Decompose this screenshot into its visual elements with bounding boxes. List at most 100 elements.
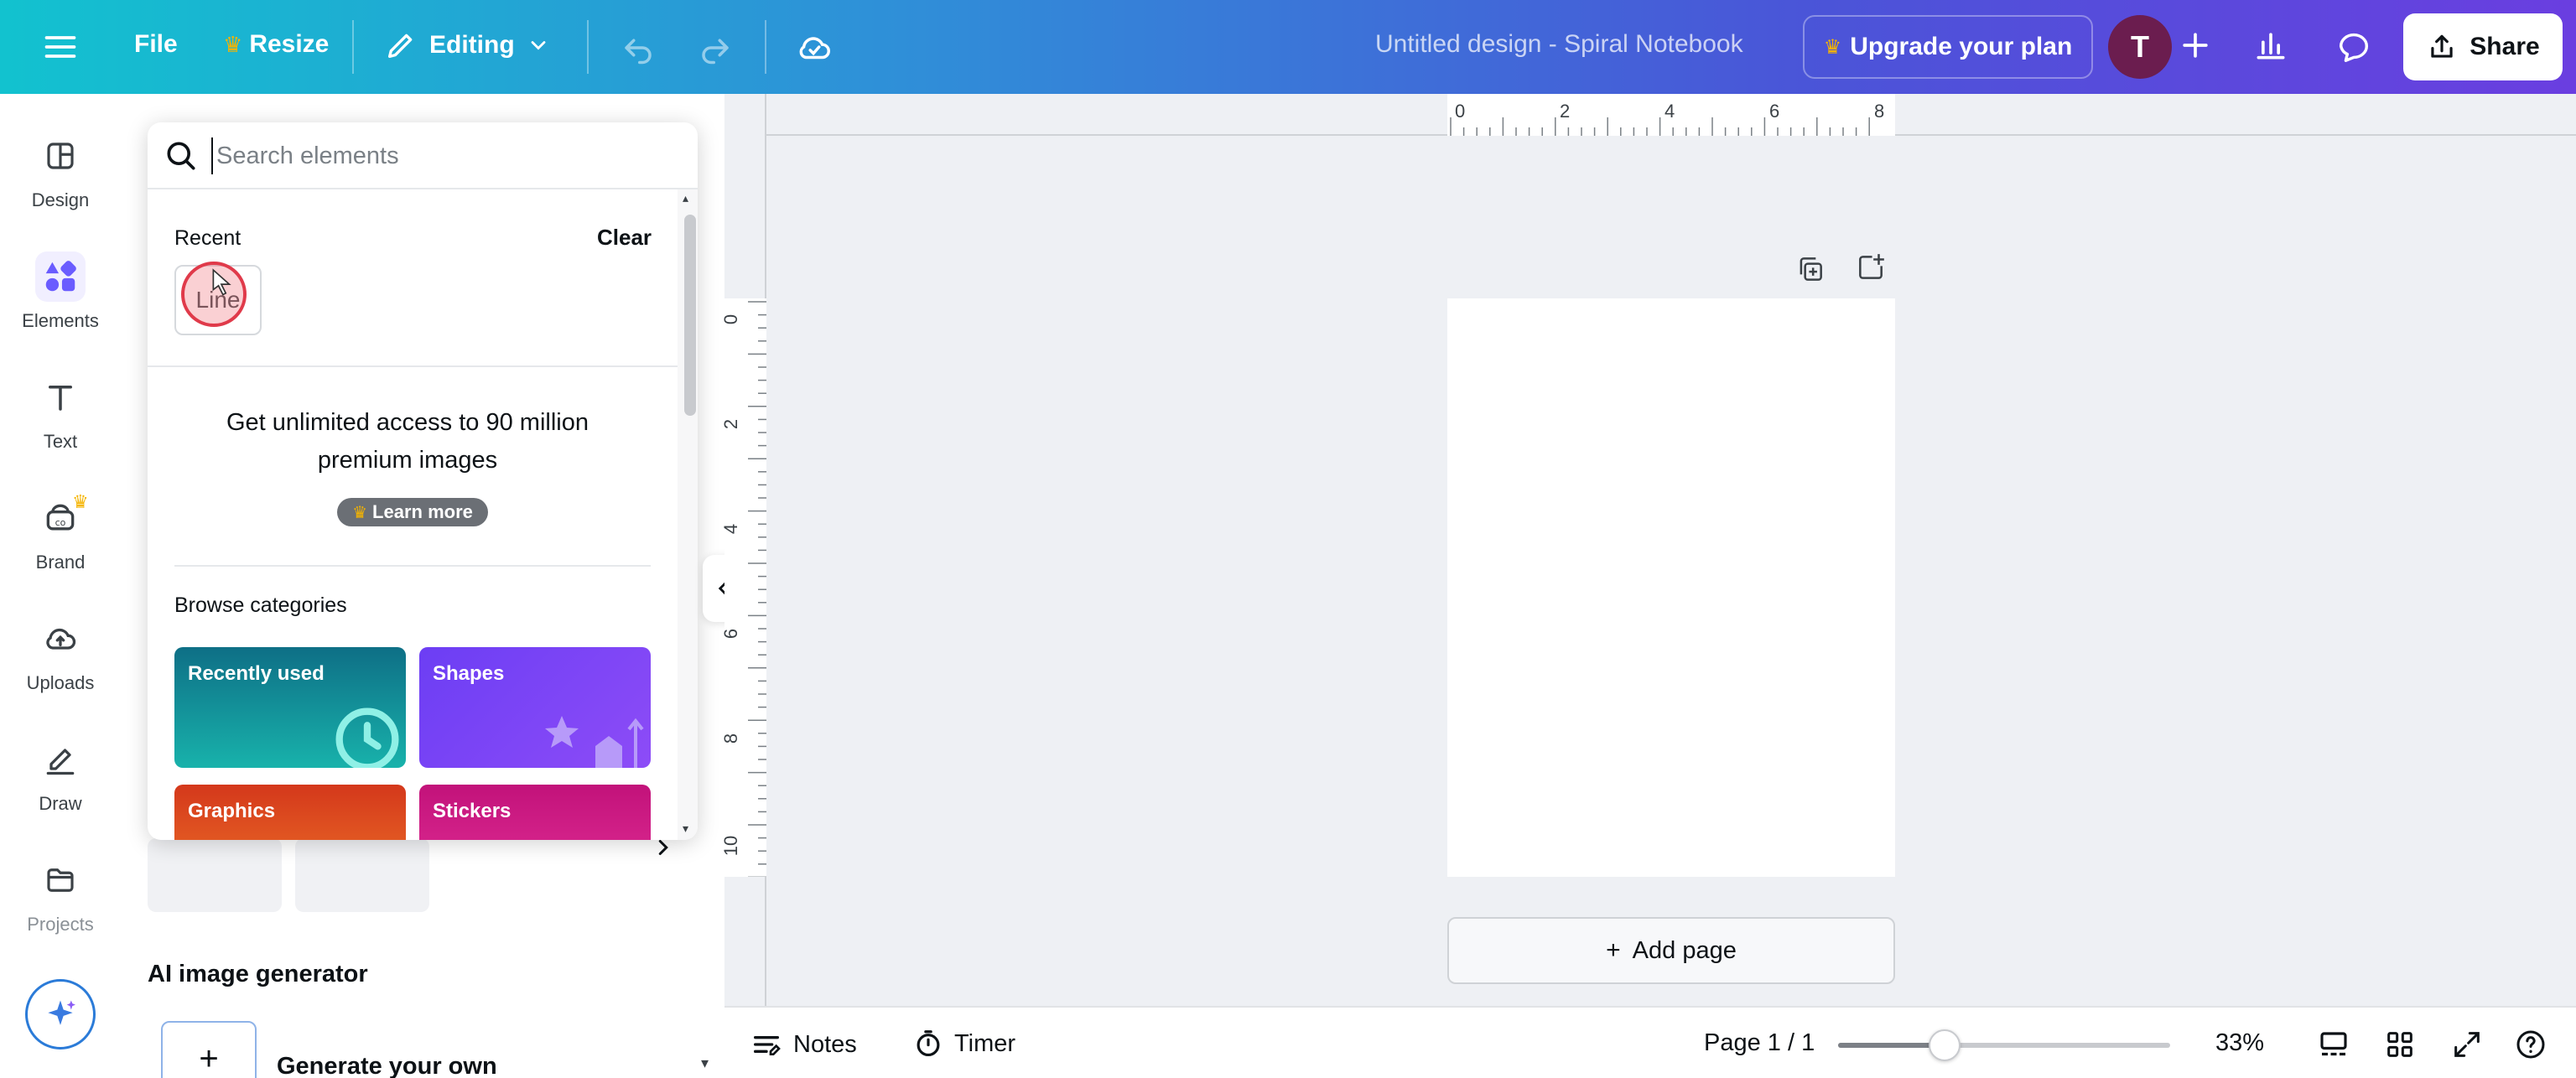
upgrade-label: Upgrade your plan xyxy=(1850,33,2073,60)
share-label: Share xyxy=(2470,33,2540,60)
rail-label: Projects xyxy=(27,914,94,935)
plus-icon: + xyxy=(199,1039,219,1077)
main-menu-button[interactable] xyxy=(42,29,79,65)
search-input[interactable] xyxy=(211,137,664,174)
insights-button[interactable] xyxy=(2252,27,2289,64)
category-label: Shapes xyxy=(433,662,505,685)
notes-button[interactable]: Notes xyxy=(750,1028,857,1061)
ruler-label: 6 xyxy=(720,628,742,640)
svg-text:co: co xyxy=(55,517,66,528)
share-button[interactable]: Share xyxy=(2403,13,2563,80)
notes-icon xyxy=(754,1036,781,1055)
crown-icon: ♛ xyxy=(72,491,89,512)
rail-item-projects[interactable]: Projects xyxy=(0,845,121,946)
editing-label: Editing xyxy=(429,31,515,59)
category-shapes[interactable]: Shapes xyxy=(419,647,651,768)
panel-tile[interactable] xyxy=(148,838,282,912)
rail-item-design[interactable]: Design xyxy=(0,121,121,221)
generate-card[interactable]: + xyxy=(161,1021,257,1078)
zoom-slider-handle[interactable] xyxy=(1929,1029,1961,1061)
ruler-label: 4 xyxy=(1665,101,1675,122)
ruler-label: 0 xyxy=(1455,101,1466,122)
category-graphics[interactable]: Graphics xyxy=(174,785,406,840)
ruler-label: 8 xyxy=(1874,101,1885,122)
upgrade-plan-button[interactable]: ♛ Upgrade your plan xyxy=(1803,15,2093,79)
rail-label: Brand xyxy=(35,552,86,573)
clock-icon xyxy=(335,707,399,768)
top-bar: File ♛ Resize Editing Untitled design - … xyxy=(0,0,2576,94)
ai-generator-title: AI image generator xyxy=(148,961,368,987)
fullscreen-button[interactable] xyxy=(2450,1028,2484,1061)
scroll-down-arrow[interactable]: ▾ xyxy=(683,821,688,836)
rail-item-elements[interactable]: Elements xyxy=(0,241,121,342)
divider xyxy=(352,20,354,74)
text-icon xyxy=(35,372,86,422)
hamburger-icon xyxy=(44,36,76,58)
page-view-button[interactable] xyxy=(2316,1028,2351,1063)
share-icon xyxy=(2431,34,2453,58)
pen-icon xyxy=(35,734,86,785)
divider xyxy=(174,565,651,567)
category-label: Stickers xyxy=(433,800,512,822)
ruler-label: 2 xyxy=(720,418,742,430)
rail-label: Text xyxy=(43,431,78,452)
stopwatch-icon xyxy=(917,1030,940,1057)
avatar[interactable]: T xyxy=(2108,15,2172,79)
page-indicator: Page 1 / 1 xyxy=(1704,1029,1815,1056)
mouse-cursor-icon xyxy=(212,268,231,296)
redo-icon xyxy=(702,39,729,65)
category-stickers[interactable]: Stickers xyxy=(419,785,651,840)
ruler-ticks xyxy=(748,301,766,878)
rail-item-brand[interactable]: ♛ co Brand xyxy=(0,483,121,583)
save-status-button[interactable] xyxy=(795,29,834,67)
promo-text: Get unlimited access to 90 million premi… xyxy=(226,409,589,474)
bar-chart-icon xyxy=(2257,33,2285,60)
recent-label: Recent xyxy=(174,226,242,250)
add-page-icon-button[interactable] xyxy=(1855,251,1887,288)
undo-button[interactable] xyxy=(621,30,656,65)
help-button[interactable] xyxy=(2514,1028,2547,1061)
resize-button[interactable]: ♛ Resize xyxy=(223,30,329,59)
duplicate-page-button[interactable] xyxy=(1794,253,1826,289)
ruler-label: 6 xyxy=(1769,101,1780,122)
add-collaborator-button[interactable] xyxy=(2177,27,2214,64)
browse-categories-label: Browse categories xyxy=(174,593,347,617)
plus-icon: + xyxy=(1606,936,1621,964)
scroll-up-arrow[interactable]: ▴ xyxy=(683,191,688,205)
crown-icon: ♛ xyxy=(1823,35,1842,59)
category-label: Graphics xyxy=(188,800,276,822)
file-menu[interactable]: File xyxy=(134,30,178,59)
design-page[interactable] xyxy=(1447,298,1895,877)
timer-label: Timer xyxy=(954,1029,1016,1057)
redo-button[interactable] xyxy=(698,30,733,65)
category-label: Recently used xyxy=(188,662,325,685)
plus-icon xyxy=(2183,33,2208,58)
timer-button[interactable]: Timer xyxy=(912,1028,1015,1060)
add-page-icon xyxy=(1859,254,1884,279)
zoom-level[interactable]: 33% xyxy=(2215,1029,2264,1057)
rail-item-uploads[interactable]: Uploads xyxy=(0,604,121,704)
grid-icon xyxy=(2387,1032,2412,1057)
grid-view-button[interactable] xyxy=(2383,1028,2417,1061)
panel-tile[interactable] xyxy=(295,838,429,912)
panel-scroll-down[interactable]: ▾ xyxy=(701,1055,709,1072)
clear-button[interactable]: Clear xyxy=(597,225,652,251)
magic-assistant-button[interactable] xyxy=(25,979,96,1049)
comments-button[interactable] xyxy=(2334,27,2373,65)
comment-icon xyxy=(2339,33,2369,62)
search-bar xyxy=(148,122,698,189)
generate-label[interactable]: Generate your own xyxy=(277,1053,497,1078)
editing-mode-button[interactable]: Editing xyxy=(384,29,550,62)
ruler-horizontal-strip: 0 2 4 6 8 xyxy=(1447,94,1895,136)
rail-item-text[interactable]: Text xyxy=(0,362,121,463)
rail-label: Draw xyxy=(39,793,82,814)
rail-item-draw[interactable]: Draw xyxy=(0,724,121,825)
design-title[interactable]: Untitled design - Spiral Notebook xyxy=(1375,30,1743,59)
popup-scrollbar-thumb[interactable] xyxy=(684,215,696,416)
elements-search-popup: Recent Clear Line Get unlimited access t… xyxy=(148,122,698,840)
ruler-label: 2 xyxy=(1560,101,1571,122)
crown-icon: ♛ xyxy=(223,31,243,57)
category-recently-used[interactable]: Recently used xyxy=(174,647,406,768)
learn-more-button[interactable]: ♛ Learn more xyxy=(337,498,488,526)
add-page-button[interactable]: + Add page xyxy=(1447,917,1895,984)
